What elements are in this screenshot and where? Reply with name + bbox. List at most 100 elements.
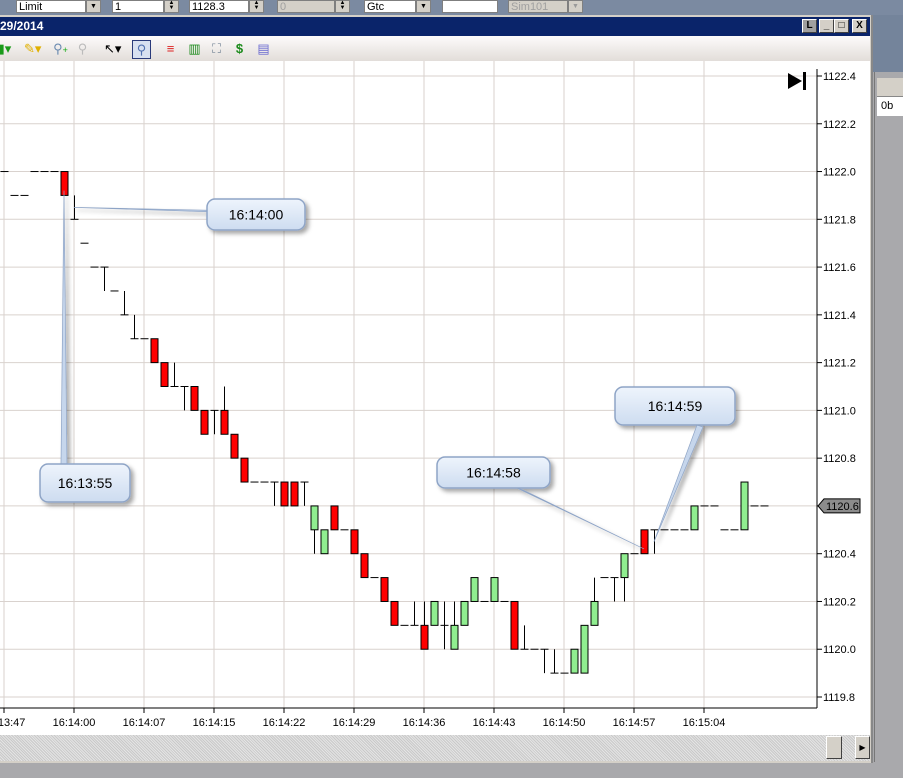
candle — [380, 577, 389, 602]
strategies-icon[interactable]: ▥ — [186, 40, 203, 57]
candle-down-body — [640, 529, 649, 555]
candle — [610, 577, 619, 602]
y-tick-label: 1121.4 — [823, 310, 856, 322]
y-tick-label: 1122.4 — [823, 71, 856, 83]
maximize-button[interactable]: □ — [834, 19, 849, 33]
candle — [190, 386, 199, 411]
y-tick-label: 1122.2 — [823, 119, 856, 131]
x-tick-label: 16:14:50 — [543, 717, 586, 729]
account-dropdown-button[interactable]: ▼ — [568, 0, 583, 13]
scroll-right-arrow-icon[interactable]: ▶ — [855, 736, 870, 759]
tif-select[interactable]: Gtc — [364, 0, 416, 13]
candle-up-body — [450, 624, 459, 650]
title-bar[interactable]: 29/2014 L _ □ X — [0, 17, 870, 36]
candle-down-body — [240, 457, 249, 483]
candle — [460, 600, 469, 626]
link-button[interactable]: L — [802, 19, 817, 33]
candle-down-body — [350, 529, 359, 555]
x-tick-label: 16:14:29 — [333, 717, 376, 729]
zoom-out-icon[interactable]: ⚲ — [74, 40, 91, 57]
x-tick-label: 16:14:15 — [193, 717, 236, 729]
oco-input[interactable] — [442, 0, 498, 13]
candle — [640, 529, 649, 555]
quantity-spinner[interactable]: ▲ ▼ — [164, 0, 179, 13]
callout: 16:14:00 — [73, 198, 306, 231]
order-type-select[interactable]: Limit — [16, 0, 86, 13]
callout-label: 16:13:55 — [58, 475, 113, 491]
candle — [220, 386, 229, 435]
y-tick-label: 1122.0 — [823, 167, 856, 179]
candle — [430, 600, 439, 626]
candle — [440, 601, 449, 650]
zoom-in-icon[interactable]: ⚲+ — [52, 40, 69, 57]
candle-down-body — [190, 386, 199, 411]
candle-up-body — [320, 529, 329, 555]
candle — [470, 577, 479, 602]
candle — [160, 362, 169, 388]
candle-down-body — [510, 600, 519, 650]
order-type-dropdown-button[interactable]: ▼ — [86, 0, 101, 13]
candle — [620, 553, 629, 602]
price-chart[interactable]: 1119.8 1120.0 1120.2 1120.4 1120.6 1120.8 1121… — [0, 61, 870, 735]
candle-up-body — [310, 505, 319, 531]
candle — [390, 600, 399, 626]
y-tick-label: 1121.8 — [823, 214, 856, 226]
candle — [420, 601, 429, 650]
callout-pointer — [516, 487, 645, 550]
candle — [490, 577, 499, 602]
candle-down-body — [420, 624, 429, 650]
x-tick-label: 16:14:22 — [263, 717, 306, 729]
y-tick-label: 1119.8 — [823, 692, 855, 704]
tif-dropdown-button[interactable]: ▼ — [416, 0, 431, 13]
candle-down-body — [150, 338, 159, 364]
candle — [300, 481, 309, 506]
callout: 16:13:55 — [39, 190, 131, 503]
candle-up-body — [580, 624, 589, 674]
candle — [510, 600, 519, 650]
magnifier-icon[interactable]: ⚲ — [132, 40, 151, 59]
cursor-icon[interactable]: ↖▾ — [104, 40, 121, 57]
candle-up-body — [590, 600, 599, 626]
candle — [360, 553, 369, 579]
bar-type-icon[interactable]: ▮▾ — [0, 40, 13, 57]
chart-trader-icon[interactable]: ≡ — [162, 40, 179, 57]
candle — [410, 601, 419, 626]
quantity-input[interactable]: 1 — [112, 0, 164, 13]
candle-up-body — [460, 600, 469, 626]
limit-price-spinner[interactable]: ▲ ▼ — [249, 0, 264, 13]
chart-toolbar: ▮▾ ✎▾ ⚲+ ⚲ ↖▾ ⚲ ≡ ▥ ⛶ $ ▤ — [0, 36, 870, 61]
stop-price-input[interactable]: 0 — [277, 0, 335, 13]
candle — [130, 314, 139, 340]
candle-down-body — [390, 600, 399, 626]
candle — [230, 433, 239, 459]
dollar-data-box-icon[interactable]: $ — [231, 40, 248, 57]
right-panel-cell: 0b — [877, 97, 903, 116]
candle-up-body — [570, 648, 579, 674]
close-button[interactable]: X — [852, 19, 867, 33]
minimize-button[interactable]: _ — [819, 19, 834, 33]
callout: 16:14:59 — [614, 386, 736, 542]
candle — [120, 290, 129, 316]
candle-down-body — [360, 553, 369, 579]
candle — [590, 577, 599, 626]
callout-label: 16:14:59 — [648, 398, 703, 414]
limit-price-input[interactable]: 1128.3 — [189, 0, 249, 13]
candle-up-body — [430, 600, 439, 626]
candle — [320, 529, 329, 555]
candle — [740, 481, 749, 531]
stop-price-spinner[interactable]: ▲ ▼ — [335, 0, 350, 13]
candle — [200, 409, 209, 435]
properties-icon[interactable]: ▤ — [255, 40, 272, 57]
scrollbar-thumb[interactable] — [826, 736, 842, 759]
candle — [450, 601, 459, 650]
horizontal-scrollbar[interactable]: ▶ — [0, 735, 870, 761]
candle — [570, 648, 579, 674]
account-select[interactable]: Sim101 — [508, 0, 568, 13]
x-tick-label: 16:14:36 — [403, 717, 446, 729]
candle-up-body — [620, 553, 629, 579]
y-tick-label: 1120.0 — [823, 644, 856, 656]
chart-canvas[interactable]: 1119.8 1120.0 1120.2 1120.4 1120.6 1120.8 1121… — [0, 61, 870, 735]
pencil-draw-icon[interactable]: ✎▾ — [24, 40, 41, 57]
indicators-icon[interactable]: ⛶ — [208, 40, 225, 57]
candle — [550, 649, 559, 674]
